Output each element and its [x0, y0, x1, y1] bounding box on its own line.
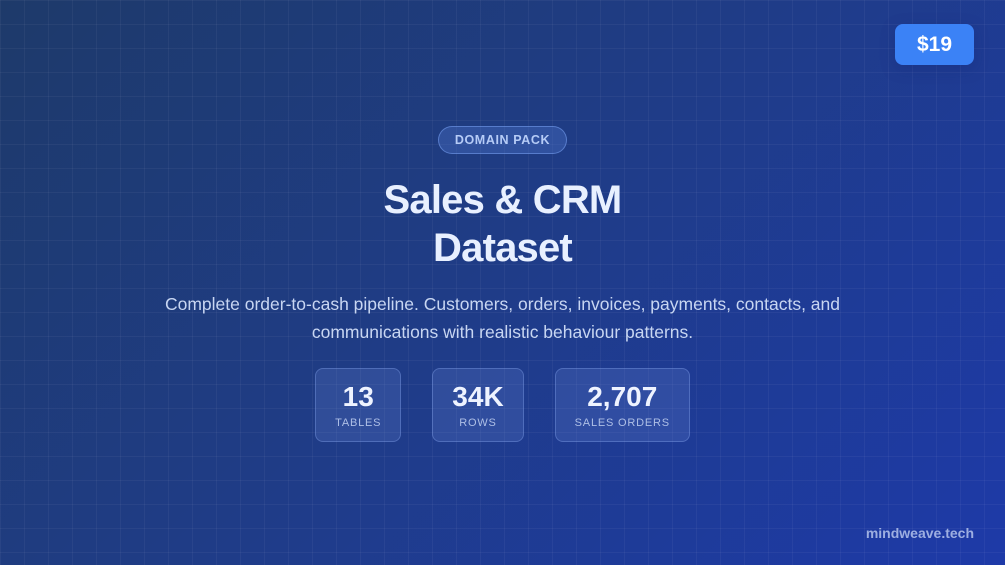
stat-value: 34K: [452, 381, 504, 412]
brand-footer: mindweave.tech: [865, 525, 974, 541]
description: Complete order-to-cash pipeline. Custome…: [164, 294, 841, 342]
page-title: Sales & CRM Dataset: [383, 176, 623, 272]
stat-value: 2,707: [587, 381, 658, 412]
title-line-1: Sales & CRM: [383, 178, 623, 222]
stat-value: 13: [342, 381, 374, 412]
hero-section: DOMAIN PACK Sales & CRM Dataset Complete…: [0, 126, 1005, 442]
stat-label: ROWS: [459, 417, 497, 429]
category-badge: DOMAIN PACK: [438, 126, 567, 154]
stat-card-rows: 34K ROWS: [432, 368, 524, 442]
stat-card-tables: 13 TABLES: [315, 368, 402, 442]
title-line-2: Dataset: [433, 226, 573, 270]
stat-card-sales-orders: 2,707 SALES ORDERS: [554, 368, 690, 442]
price-badge: $19: [895, 24, 974, 65]
stat-label: TABLES: [335, 417, 382, 429]
stats-row: 13 TABLES 34K ROWS 2,707 SALES ORDERS: [315, 368, 690, 442]
stat-label: SALES ORDERS: [574, 417, 670, 429]
